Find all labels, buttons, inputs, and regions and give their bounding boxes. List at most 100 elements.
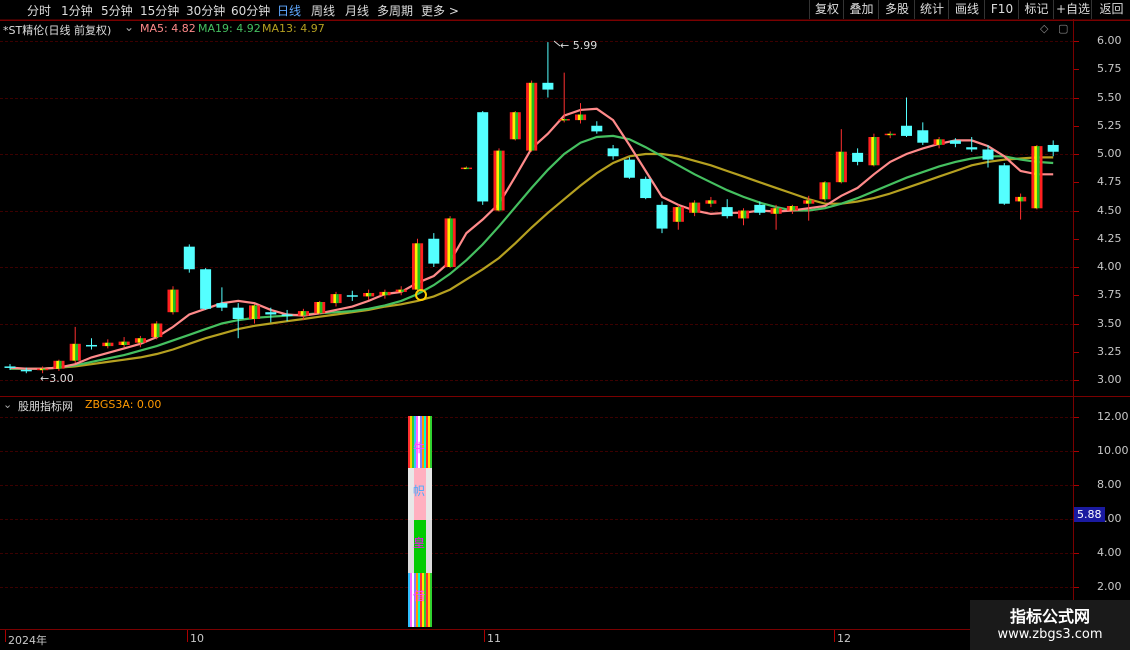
candle-up	[297, 311, 309, 316]
candle-stripe	[444, 218, 448, 267]
candle-stripe	[893, 133, 896, 136]
candle-stripe	[1023, 196, 1027, 202]
candle-down	[852, 152, 864, 162]
date-label: 10	[190, 632, 204, 645]
candle-stripe	[368, 293, 372, 297]
low-annotation: ←3.00	[40, 372, 74, 385]
price-tick	[1074, 97, 1079, 99]
candle-down	[216, 303, 228, 308]
toolbar-button-8[interactable]: 返回	[1091, 0, 1130, 19]
candle-down	[1047, 144, 1059, 152]
indicator-tick	[1074, 451, 1079, 452]
candle-stripe	[933, 139, 937, 145]
indicator-tick	[1074, 417, 1079, 418]
candle-stripe	[561, 119, 565, 121]
candle-stripe	[803, 200, 806, 204]
price-tick	[1074, 182, 1079, 184]
price-tick-label: 3.00	[1097, 373, 1122, 386]
candle-stripe	[789, 206, 793, 211]
candle-stripe	[887, 133, 891, 136]
indicator-char: 帜	[413, 484, 425, 498]
price-tick	[1074, 295, 1079, 297]
candle-stripe	[463, 167, 467, 170]
candle-stripe	[564, 119, 567, 121]
candle-stripe	[56, 360, 59, 369]
candle-stripe	[936, 139, 940, 145]
candle-stripe	[580, 114, 584, 121]
candle-stripe	[118, 341, 122, 345]
watermark-url: www.zbgs3.com	[997, 627, 1103, 642]
axis-divider	[1073, 19, 1074, 650]
candle-stripe	[689, 202, 692, 213]
candle-stripe	[558, 119, 562, 121]
indicator-band	[428, 416, 430, 468]
candle-stripe	[822, 182, 826, 200]
candle-stripe	[1031, 146, 1035, 209]
price-tick-label: 6.00	[1097, 34, 1122, 47]
candle-stripe	[412, 243, 415, 290]
candle-stripe	[387, 291, 391, 296]
candle-down	[623, 159, 635, 178]
candle-stripe	[257, 305, 261, 319]
candle-stripe	[379, 291, 383, 296]
candle-stripe	[303, 311, 307, 316]
candle-stripe	[939, 139, 942, 145]
high-annotation: ← 5.99	[560, 39, 597, 52]
candle-up	[412, 243, 424, 290]
candle-stripe	[515, 112, 519, 140]
indicator-tick-label: 2.00	[1097, 580, 1122, 593]
candle-stripe	[841, 151, 845, 183]
candle-down	[20, 369, 32, 372]
ma19-line	[10, 134, 1054, 370]
candle-stripe	[776, 208, 779, 214]
indicator-tick-label: 10.00	[1097, 444, 1129, 457]
date-tick	[484, 630, 485, 642]
candle-up	[689, 202, 701, 213]
ma13-line	[10, 152, 1054, 370]
candle-stripe	[827, 182, 831, 200]
candle-stripe	[1015, 196, 1018, 202]
price-tick	[1074, 238, 1079, 240]
indicator-tick	[1074, 587, 1079, 588]
candle-stripe	[420, 243, 424, 290]
candle-stripe	[868, 137, 872, 166]
indicator-band	[428, 573, 430, 627]
candle-stripe	[811, 200, 815, 204]
candle-stripe	[175, 289, 179, 313]
candle-stripe	[417, 243, 421, 290]
candle-down	[281, 314, 293, 316]
candle-up	[835, 151, 847, 183]
candle-up	[558, 119, 570, 121]
candlestick-chart[interactable]: ← 5.99 ←3.00 牛帜皇借	[0, 0, 1073, 630]
indicator-tick-label: 8.00	[1097, 478, 1122, 491]
candle-stripe	[708, 200, 711, 204]
candle-stripe	[534, 82, 538, 151]
candle-stripe	[450, 218, 453, 267]
indicator-band	[430, 573, 432, 627]
candle-stripe	[384, 291, 388, 296]
candle-down	[542, 82, 554, 90]
candle-up	[705, 200, 717, 204]
candle-stripe	[382, 291, 385, 296]
candle-stripe	[314, 302, 317, 314]
candle-up	[395, 289, 407, 292]
candle-down	[183, 246, 195, 270]
candle-up	[884, 133, 896, 136]
candle-down	[591, 125, 603, 132]
price-tick-label: 4.75	[1097, 175, 1122, 189]
candle-up	[509, 112, 521, 140]
price-tick-label: 5.75	[1097, 62, 1122, 76]
candle-stripe	[675, 207, 679, 222]
candle-up	[868, 137, 880, 166]
indicator-char: 皇	[413, 536, 425, 550]
candle-down	[232, 307, 244, 319]
watermark-title: 指标公式网	[1009, 607, 1090, 626]
candle-stripe	[844, 151, 847, 183]
price-tick	[1074, 125, 1079, 127]
candle-stripe	[795, 206, 798, 211]
price-tick-label: 3.75	[1097, 288, 1122, 302]
candle-stripe	[151, 323, 154, 338]
candle-stripe	[526, 82, 529, 151]
candle-stripe	[452, 218, 456, 267]
candle-stripe	[890, 133, 893, 136]
